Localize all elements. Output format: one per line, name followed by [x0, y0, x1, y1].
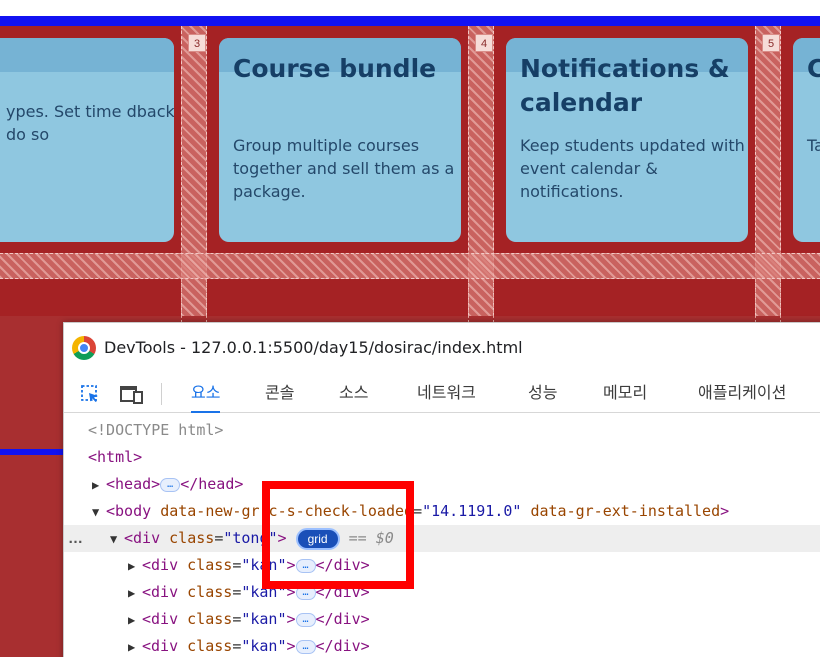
card-description: ypes. Set time dback, and do so: [6, 102, 174, 144]
collapse-triangle-icon[interactable]: ▼: [92, 499, 106, 526]
class-attr: class: [169, 529, 215, 547]
inspect-element-icon[interactable]: [80, 384, 100, 404]
card-title: Notifications & calendar: [520, 54, 730, 117]
div-gt: >: [286, 610, 296, 628]
row-actions-icon[interactable]: …: [68, 525, 83, 552]
feature-card-1: ypes. Set time dback, and do so: [0, 38, 174, 242]
div-close-tag: </div>: [315, 610, 370, 628]
code-line-div-kan[interactable]: ▶ <div class="kan">… </div>: [64, 633, 820, 657]
doctype-text: <!DOCTYPE html>: [88, 421, 224, 439]
devtools-window[interactable]: DevTools - 127.0.0.1:5500/day15/dosirac/…: [63, 322, 820, 657]
grid-line-extension: [780, 279, 781, 323]
div-gt: >: [286, 637, 296, 655]
feature-card-course-bundle: Course bundle Group multiple courses tog…: [219, 38, 461, 242]
devtools-tab-bar: 요소 콘솔 소스 네트워크 성능 메모리 애플리케이션: [64, 375, 820, 413]
div-open-tag: <div: [142, 610, 179, 628]
body-close-bracket: >: [720, 502, 730, 520]
expand-triangle-icon[interactable]: ▶: [128, 607, 142, 634]
body-tag: <body: [106, 502, 152, 520]
grid-line-number: 5: [762, 34, 780, 52]
card-description: Group multiple courses together and sell…: [233, 136, 455, 201]
div-open-tag: <div: [142, 583, 179, 601]
tab-network[interactable]: 네트워크: [417, 375, 476, 413]
class-attr: class: [187, 637, 233, 655]
elements-tree: <!DOCTYPE html> <html> ▶ <head>… </head> ▼…: [64, 413, 820, 657]
body-attr-2: data-gr-ext-installed: [530, 502, 721, 520]
card-title: C: [807, 54, 820, 83]
grid-line-extension: [468, 279, 469, 323]
expand-triangle-icon[interactable]: ▶: [128, 634, 142, 657]
devtools-title-bar[interactable]: DevTools - 127.0.0.1:5500/day15/dosirac/…: [64, 323, 820, 375]
code-line-doctype[interactable]: <!DOCTYPE html>: [64, 417, 820, 444]
code-line-head[interactable]: ▶ <head>… </head>: [64, 471, 820, 498]
class-value-kan: "kan": [241, 637, 287, 655]
card-description: Ta co sc co: [807, 136, 820, 155]
expand-triangle-icon[interactable]: ▶: [128, 580, 142, 607]
screenshot-page: ypes. Set time dback, and do so Course b…: [0, 0, 820, 657]
collapse-triangle-icon[interactable]: ▼: [110, 526, 124, 553]
div-close-tag: </div>: [315, 637, 370, 655]
expand-triangle-icon[interactable]: ▶: [128, 553, 142, 580]
div-open-tag: <div: [142, 637, 179, 655]
grid-line-extension: [493, 279, 494, 323]
red-highlight-annotation: [262, 481, 414, 589]
blue-border-top: [0, 16, 820, 26]
tab-memory[interactable]: 메모리: [603, 375, 647, 413]
tab-elements[interactable]: 요소: [191, 375, 221, 413]
class-attr: class: [187, 610, 233, 628]
class-attr: class: [187, 556, 233, 574]
div-open-tag: <div: [142, 556, 179, 574]
blue-border-left: [0, 449, 64, 455]
tab-application[interactable]: 애플리케이션: [698, 375, 786, 413]
tab-performance[interactable]: 성능: [528, 375, 557, 413]
div-open-tag: <div: [124, 529, 161, 547]
grid-line-number: 3: [188, 34, 206, 52]
feature-card-4: C Ta co sc co: [793, 38, 820, 242]
code-line-div-kan[interactable]: ▶ <div class="kan">… </div>: [64, 606, 820, 633]
feature-card-notifications: Notifications & calendar Keep students u…: [506, 38, 748, 242]
code-line-div-kan[interactable]: ▶ <div class="kan">… </div>: [64, 552, 820, 579]
card-title: Course bundle: [233, 54, 437, 83]
grid-line-extension: [206, 279, 207, 323]
code-line-html[interactable]: <html>: [64, 444, 820, 471]
grid-gap-row: [0, 253, 820, 279]
grid-line-extension: [755, 279, 756, 323]
collapsed-ellipsis-icon[interactable]: …: [295, 612, 316, 627]
expand-triangle-icon[interactable]: ▶: [92, 472, 106, 499]
toolbar-divider: [161, 383, 162, 405]
collapsed-ellipsis-icon[interactable]: …: [160, 477, 181, 492]
head-open-tag: <head>: [106, 475, 161, 493]
head-close-tag: </head>: [180, 475, 244, 493]
html-tag: <html>: [88, 448, 143, 466]
code-line-div-tong[interactable]: … ▼ <div class="tong"> grid == $0: [64, 525, 820, 552]
tab-sources[interactable]: 소스: [339, 375, 368, 413]
body-val-1: "14.1191.0": [422, 502, 522, 520]
code-line-div-kan[interactable]: ▶ <div class="kan">… </div>: [64, 579, 820, 606]
code-line-body[interactable]: ▼ <body data-new-gr-c-s-check-loaded="14.…: [64, 498, 820, 525]
grid-line-extension: [181, 279, 182, 323]
device-toolbar-icon[interactable]: [120, 384, 144, 404]
grid-line-number: 4: [475, 34, 493, 52]
card-header-band: [0, 38, 174, 72]
class-attr: class: [187, 583, 233, 601]
chrome-logo-icon: [72, 336, 96, 360]
collapsed-ellipsis-icon[interactable]: …: [295, 639, 316, 654]
class-value-kan: "kan": [241, 610, 287, 628]
devtools-title: DevTools - 127.0.0.1:5500/day15/dosirac/…: [104, 338, 523, 357]
tab-console[interactable]: 콘솔: [265, 375, 294, 413]
card-description: Keep students updated with event calenda…: [520, 136, 745, 201]
